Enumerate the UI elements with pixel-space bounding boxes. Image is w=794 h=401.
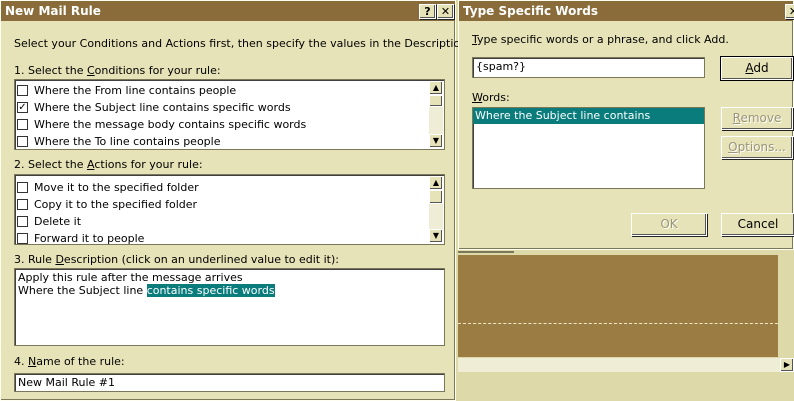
background-window-bottom (458, 372, 794, 401)
cancel-button[interactable]: Cancel (721, 213, 794, 236)
background-scrollbar[interactable]: ▶ (458, 358, 794, 372)
new-mail-rule-dialog: New Mail Rule ? ✕ Select your Conditions… (0, 0, 471, 401)
help-button[interactable]: ? (419, 4, 436, 19)
checkbox[interactable] (17, 136, 28, 147)
action-item[interactable]: Copy it to the specified folder (15, 196, 444, 213)
condition-item[interactable]: ✓ Where the Subject line contains specifi… (15, 99, 444, 116)
background-window: ▶ (458, 251, 794, 401)
conditions-list[interactable]: Where the From line contains people ✓ Whe… (14, 79, 445, 150)
scroll-thumb[interactable] (429, 95, 443, 107)
description-link[interactable]: contains specific words (146, 284, 275, 297)
checkbox[interactable] (17, 182, 28, 193)
instructions-text: Select your Conditions and Actions first… (14, 37, 471, 50)
type-words-prompt: Type specific words or a phrase, and cli… (472, 33, 729, 46)
action-item[interactable]: Forward it to people (15, 230, 444, 244)
scroll-down-icon[interactable]: ▼ (429, 229, 443, 243)
dashed-divider (458, 323, 778, 324)
new-mail-rule-titlebar[interactable]: New Mail Rule (1, 1, 455, 21)
conditions-label: 1. Select the Conditions for your rule: (14, 64, 221, 77)
scroll-right-icon[interactable]: ▶ (780, 358, 794, 372)
specific-words-input[interactable]: {spam?} (472, 57, 705, 78)
type-words-titlebar[interactable]: Type Specific Words (459, 1, 793, 21)
type-words-title: Type Specific Words (463, 4, 598, 18)
words-list[interactable]: Where the Subject line contains (472, 107, 705, 189)
new-mail-rule-title: New Mail Rule (5, 4, 101, 18)
scroll-up-icon[interactable]: ▲ (429, 81, 443, 95)
close-icon: ✕ (440, 5, 451, 18)
checkbox[interactable] (17, 85, 28, 96)
close-button[interactable]: ✕ (437, 4, 454, 19)
condition-item[interactable]: Where the From line contains people (15, 82, 444, 99)
ok-button[interactable]: OK (631, 213, 707, 236)
scroll-down-icon[interactable]: ▼ (429, 134, 443, 148)
action-item[interactable]: Delete it (15, 213, 444, 230)
add-button[interactable]: Add (720, 56, 794, 81)
background-window-header-line (458, 251, 514, 253)
options-button[interactable]: Options... (721, 136, 793, 159)
rule-description-box[interactable]: Apply this rule after the message arrive… (14, 268, 445, 346)
checkbox[interactable] (17, 199, 28, 210)
actions-list[interactable]: Move it to the specified folder Copy it … (14, 174, 445, 245)
checkbox[interactable] (17, 233, 28, 244)
condition-item[interactable]: Where the To line contains people (15, 133, 444, 149)
condition-item[interactable]: Where the message body contains specific… (15, 116, 444, 133)
type-specific-words-dialog: Type Specific Words ✕ Type specific word… (458, 0, 794, 250)
close-icon: ✕ (788, 5, 794, 18)
actions-label: 2. Select the Actions for your rule: (14, 158, 203, 171)
conditions-scrollbar[interactable]: ▲ ▼ (429, 81, 443, 148)
rule-name-label: 4. Name of the rule: (14, 355, 125, 368)
background-content-area (458, 255, 778, 357)
words-label: Words: (472, 91, 510, 104)
checkbox[interactable] (17, 216, 28, 227)
rule-name-input[interactable]: New Mail Rule #1 (14, 373, 445, 392)
words-list-item[interactable]: Where the Subject line contains (473, 108, 704, 124)
description-line: Apply this rule after the message arrive… (18, 271, 243, 284)
checkbox-checked[interactable]: ✓ (17, 102, 28, 113)
description-label: 3. Rule Description (click on an underli… (14, 253, 339, 266)
checkbox[interactable] (17, 119, 28, 130)
actions-scrollbar[interactable]: ▲ ▼ (429, 176, 443, 243)
scroll-up-icon[interactable]: ▲ (429, 176, 443, 190)
scroll-thumb[interactable] (429, 190, 443, 204)
remove-button[interactable]: Remove (721, 107, 793, 130)
type-words-close-button[interactable]: ✕ (785, 4, 794, 19)
action-item[interactable]: Move it to the specified folder (15, 179, 444, 196)
description-line: Where the Subject line contains specific… (18, 284, 275, 297)
